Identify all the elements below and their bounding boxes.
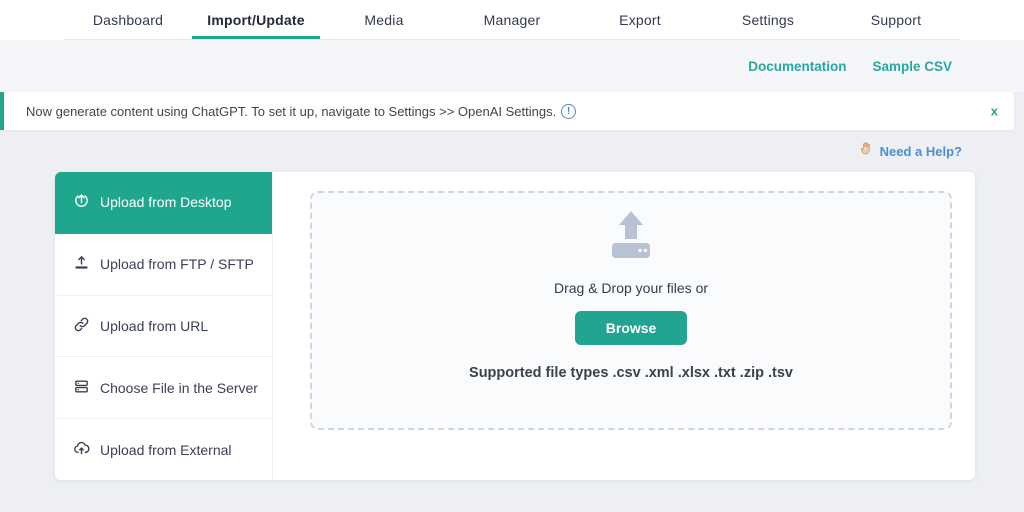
sidebar-item-label: Upload from FTP / SFTP [100, 256, 254, 273]
browse-button[interactable]: Browse [574, 311, 688, 345]
need-help-link[interactable]: Need a Help? [880, 144, 962, 159]
tab-export[interactable]: Export [576, 0, 704, 39]
subheader-links: Documentation Sample CSV [0, 40, 1024, 92]
tab-manager[interactable]: Manager [448, 0, 576, 39]
sidebar-item-upload-external[interactable]: Upload from External [55, 419, 272, 480]
upload-method-sidebar: Upload from Desktop Upload from FTP / SF… [55, 172, 273, 480]
info-icon: ! [561, 103, 577, 119]
sidebar-item-label: Upload from Desktop [100, 194, 232, 211]
tab-settings[interactable]: Settings [704, 0, 832, 39]
top-nav: Dashboard Import/Update Media Manager Ex… [0, 0, 1024, 40]
tab-media[interactable]: Media [320, 0, 448, 39]
sidebar-item-label: Upload from External [100, 441, 232, 458]
tab-import-update[interactable]: Import/Update [192, 0, 320, 39]
upload-drive-icon [598, 209, 664, 270]
supported-file-types-text: Supported file types .csv .xml .xlsx .tx… [469, 365, 793, 381]
help-row: Need a Help? [0, 141, 1024, 161]
sidebar-item-upload-ftp[interactable]: Upload from FTP / SFTP [55, 233, 272, 296]
cloud-upload-icon [73, 440, 90, 460]
notice-text: Now generate content using ChatGPT. To s… [26, 103, 557, 119]
nav-tabs: Dashboard Import/Update Media Manager Ex… [64, 0, 960, 40]
chatgpt-notice-banner: Now generate content using ChatGPT. To s… [0, 92, 1014, 130]
sidebar-item-upload-desktop[interactable]: Upload from Desktop [55, 172, 272, 234]
sidebar-item-upload-url[interactable]: Upload from URL [55, 295, 272, 358]
upload-card: Upload from Desktop Upload from FTP / SF… [55, 172, 975, 480]
sidebar-item-label: Upload from URL [100, 317, 209, 334]
raised-hand-icon [859, 141, 874, 161]
main-content: Need a Help? Upload from Desktop Upload … [0, 130, 1024, 512]
tab-dashboard[interactable]: Dashboard [64, 0, 192, 39]
upload-circle-icon [73, 192, 90, 212]
drag-drop-text: Drag & Drop your files or [553, 280, 709, 296]
documentation-link[interactable]: Documentation [748, 59, 846, 74]
dropzone[interactable]: Drag & Drop your files or Browse Support… [310, 191, 952, 430]
close-icon[interactable]: x [991, 105, 998, 118]
sidebar-item-label: Choose File in the Server [100, 379, 258, 396]
upload-tray-icon [73, 254, 90, 274]
sample-csv-link[interactable]: Sample CSV [872, 59, 952, 74]
sidebar-item-choose-server-file[interactable]: Choose File in the Server [55, 357, 272, 420]
upload-pane: Drag & Drop your files or Browse Support… [273, 172, 975, 480]
server-icon [73, 378, 90, 398]
tab-support[interactable]: Support [832, 0, 960, 39]
link-icon [73, 316, 90, 336]
